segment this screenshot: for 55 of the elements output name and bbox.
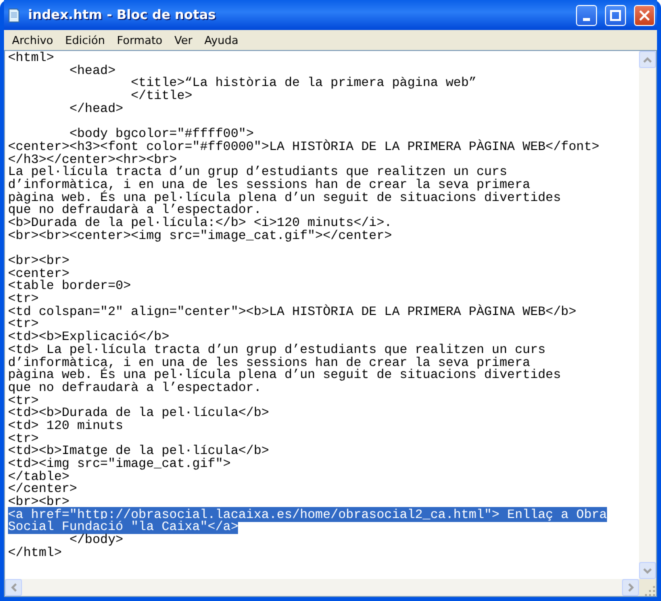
code-line: </title> <box>130 88 192 104</box>
code-line: <br><br><center><img src="image_cat.gif"></center> <box>8 228 392 243</box>
notepad-icon <box>6 7 22 23</box>
code-line: pàgina web. És una pel·lícula plena d’un seguit de situacions divertides <box>8 367 561 382</box>
close-icon <box>639 10 650 20</box>
code-line: <br><br> <box>8 253 70 268</box>
code-line: d’informàtica, i en una de les sessions han de crear la seva primera <box>8 176 530 192</box>
code-line: <center> <box>8 266 70 281</box>
code-line: <b>Durada de la pel·lícula:</b> <i>120 minuts</i>. <box>8 214 392 230</box>
minimize-icon <box>583 18 590 20</box>
code-line: <tr> <box>8 430 39 446</box>
code-line: <tr> <box>8 316 39 332</box>
code-line: <body bgcolor="#ffff00"> <box>69 126 254 142</box>
code-line: d’informàtica, i en una de les sessions han de crear la seva primera <box>8 354 530 370</box>
code-line: <td colspan="2" align="center"><b>LA HISTÒRIA DE LA PRIMERA PÀGINA WEB</b> <box>8 304 576 319</box>
code-line: <td><b>Explicació</b> <box>8 329 170 344</box>
menu-item[interactable]: Archivo <box>6 34 60 46</box>
menu-item[interactable]: Formato <box>110 34 168 46</box>
code-line: </head> <box>68 100 124 116</box>
vertical-scrollbar[interactable] <box>639 51 656 579</box>
window-title: index.htm - Bloc de notas <box>28 8 217 22</box>
code-line: <td> La pel·lícula tracta d’un grup d’estudiants que realitzen un curs <box>8 342 546 357</box>
code-line: </body> <box>68 532 124 548</box>
code-line: que no defraudarà a l’espectador. <box>8 380 262 395</box>
code-line: <title>“La història de la primera pàgina web” <box>130 75 476 90</box>
maximize-button[interactable] <box>605 4 626 26</box>
scroll-up-button[interactable] <box>639 51 656 68</box>
minimize-button[interactable] <box>576 4 597 26</box>
menu-item[interactable]: Ayuda <box>198 34 244 46</box>
code-line: pàgina web. És una pel·lícula plena d’un seguit de situacions divertides <box>8 190 561 205</box>
code-line: <td><img src="image_cat.gif"> <box>8 456 231 471</box>
code-line: </html> <box>8 544 62 560</box>
code-line: </table> <box>8 468 70 484</box>
code-line: <table border=0> <box>8 278 131 294</box>
maximize-icon <box>610 10 621 20</box>
code-line: <tr> <box>8 291 39 306</box>
code-line: <br><br> <box>8 494 70 510</box>
scroll-left-button[interactable] <box>5 579 22 596</box>
code-line: </h3></center><hr><br> <box>8 152 177 166</box>
code-line: <html> <box>8 51 54 65</box>
code-line: <td> 120 minuts <box>8 418 124 433</box>
code-line: <center><h3><font color="#ff0000">LA HISTÒRIA DE LA PRIMERA PÀGINA WEB</font> <box>8 138 600 154</box>
scroll-right-button[interactable] <box>622 579 639 596</box>
code-line: <head> <box>68 62 116 78</box>
menu-item[interactable]: Ver <box>168 34 198 46</box>
menu-item[interactable]: Edición <box>59 34 111 46</box>
code-line: La pel·lícula tracta d’un grup d’estudiants que realitzen un curs <box>8 164 508 180</box>
code-line: <tr> <box>8 392 39 408</box>
code-line: <td><b>Durada de la pel·lícula</b> <box>8 405 270 420</box>
size-grip-icon[interactable] <box>644 584 656 596</box>
code-line: <td><b>Imatge de la pel·lícula</b> <box>8 443 270 458</box>
close-button[interactable] <box>634 4 655 26</box>
scroll-down-button[interactable] <box>639 562 656 579</box>
code-line: </center> <box>8 481 78 496</box>
horizontal-scrollbar[interactable] <box>5 579 639 596</box>
